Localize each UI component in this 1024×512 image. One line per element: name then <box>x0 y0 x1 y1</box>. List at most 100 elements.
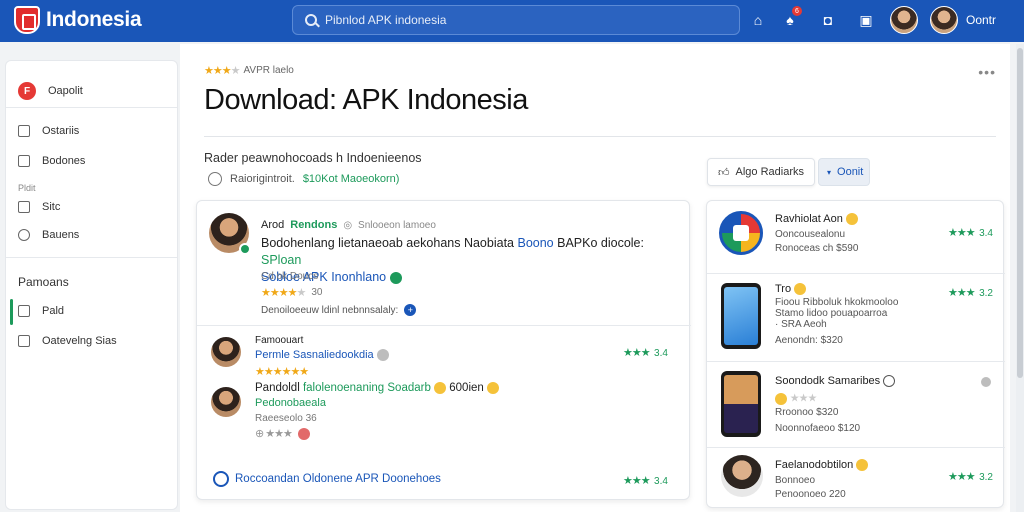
check-icon <box>389 271 402 284</box>
app-icon: F <box>18 82 36 100</box>
heart-icon <box>297 427 310 440</box>
sidebar-item-1[interactable]: Ostariis <box>18 121 79 141</box>
app-price: Penoonoeo 220 <box>775 489 846 500</box>
emoji-icon <box>434 382 447 394</box>
notification-icon[interactable]: ♠ 6 <box>780 6 802 30</box>
sidebar-item-label: Oapolit <box>48 85 83 97</box>
shield-logo-icon <box>14 6 40 34</box>
add-icon[interactable]: + <box>404 304 417 316</box>
status-icon <box>981 377 991 387</box>
app-item[interactable]: Soondodk Samaribes ★★★ Rroonoo $320 Noon… <box>707 363 1005 447</box>
lock-icon <box>18 125 30 137</box>
sidebar-item-label: Sitc <box>42 201 61 213</box>
action-label: Oonit <box>837 166 864 178</box>
emoji-icon <box>845 213 858 226</box>
secondary-action-button[interactable]: ▾ Oonit <box>818 158 870 186</box>
review-sub: Raeeseolo 36 <box>255 413 317 424</box>
sidebar-item-label: Ostariis <box>42 125 80 137</box>
app-name: Faelanodobtilon <box>775 459 869 472</box>
profile-avatar[interactable] <box>930 6 958 34</box>
app-name: Soondodk Samaribes <box>775 375 896 388</box>
app-item[interactable]: Ravhiolat Aon Ooncousealonu Ronoceas ch … <box>707 201 1005 271</box>
star-rating-icon: ★★★ <box>623 347 651 359</box>
review-score: ★★★ 3.4 <box>623 347 668 359</box>
search-icon <box>305 14 317 26</box>
account-label[interactable]: Oontr <box>966 13 996 27</box>
review-footer: Denoiloeeuw ldinl nebnnsalaly: + <box>261 304 417 316</box>
reviewer-name[interactable]: Permle Sasnaliedookdia <box>255 349 389 362</box>
info-icon <box>376 349 389 362</box>
chat-icon[interactable]: ◘ <box>818 10 838 30</box>
app-avatar <box>721 455 763 497</box>
verified-badge-icon <box>239 243 251 255</box>
app-sub: Stamo lidoo pouapoarroa <box>775 308 888 319</box>
search-box[interactable] <box>292 5 740 35</box>
sidebar-divider <box>6 257 177 258</box>
app-divider <box>707 361 1005 362</box>
app-score: ★★★ 3.4 <box>948 227 993 239</box>
clock-icon <box>208 172 222 186</box>
sidebar-item-3[interactable]: Sitc <box>18 197 60 217</box>
app-screenshot <box>721 283 761 349</box>
app-price: Noonnofaeoo $120 <box>775 423 861 434</box>
app-sub: · SRA Aeoh <box>775 319 827 330</box>
more-options-icon[interactable]: ••• <box>978 64 996 80</box>
sidebar-item-label: Oatevelng Sias <box>42 335 117 347</box>
sidebar-item-label: Bauens <box>42 229 80 241</box>
search-input[interactable] <box>325 13 725 27</box>
sidebar-section-label: Pldit <box>18 183 36 193</box>
box-icon <box>18 201 30 213</box>
reviews-card: Arod Rendons ◎ Snlooeon lamoeo Bodohenla… <box>196 200 691 500</box>
emoji-icon <box>794 283 807 296</box>
page-subtitle: Rader peawnohocoads h Indoenieenos <box>204 151 422 165</box>
app-sub: Fioou Ribboluk hkokmooloo <box>775 297 899 308</box>
sidebar-item-4[interactable]: Bauens <box>18 225 79 245</box>
app-rating: ★★★ <box>775 393 817 405</box>
app-price: Aenondn: $320 <box>775 335 843 346</box>
brand-logo[interactable]: Indonesia <box>14 6 142 34</box>
review-stats: Cd ok Doucs <box>261 271 319 282</box>
star-rating-icon: ★★★★★★ <box>255 366 309 378</box>
app-name: Tro <box>775 283 807 296</box>
reviewer-avatar[interactable] <box>211 337 241 367</box>
rating-label: AVPR laelo <box>243 65 294 76</box>
app-sub: Rroonoo $320 <box>775 407 839 418</box>
main-content: ★★★★ AVPR laelo ••• Download: APK Indone… <box>180 44 1010 512</box>
overall-score: ★★★ 3.4 <box>623 475 668 487</box>
top-bar: Indonesia ⌂ ♠6 ◘ ▣ Oontr <box>0 0 1024 42</box>
home-icon[interactable]: ⌂ <box>748 10 768 30</box>
sidebar-section-heading: Pamoans <box>18 275 69 289</box>
review-label: Famoouart <box>255 335 304 346</box>
view-all-reviews-link[interactable]: Roccoandan Oldonene APR Doonehoes <box>235 473 441 485</box>
app-item[interactable]: Tro Fioou Ribboluk hkokmooloo Stamo lido… <box>707 275 1005 361</box>
document-icon <box>18 155 30 167</box>
title-divider <box>204 136 996 137</box>
page-title: Download: APK Indonesia <box>204 84 528 116</box>
reviewer-name[interactable]: Pedonobaeala <box>255 397 326 409</box>
emoji-icon <box>487 382 500 394</box>
folder-icon <box>18 335 30 347</box>
app-score: ★★★ 3.2 <box>948 471 993 483</box>
emoji-icon <box>856 459 869 472</box>
reviews-action-button[interactable]: 👍︎ Algo Radiarks <box>707 158 815 186</box>
sidebar-item-label: Bodones <box>42 155 86 167</box>
app-screenshot <box>721 371 761 437</box>
app-divider <box>707 447 1005 448</box>
sidebar-item-active[interactable]: Pald <box>18 301 64 321</box>
page-scrollbar[interactable] <box>1016 44 1024 512</box>
reviewer-avatar[interactable] <box>211 387 241 417</box>
user-avatar[interactable] <box>890 6 918 34</box>
app-item[interactable]: Faelanodobtilon Bonnoeo Penoonoeo 220 ★★… <box>707 449 1005 507</box>
app-name: Ravhiolat Aon <box>775 213 858 226</box>
app-price: Ronoceas ch $590 <box>775 243 859 254</box>
sidebar-item-top[interactable]: F Oapolit <box>18 81 83 101</box>
download-icon[interactable]: ▣ <box>856 10 876 30</box>
review-rating: ★★★★★★ <box>255 365 309 378</box>
app-score: ★★★ 3.2 <box>948 287 993 299</box>
wrench-icon <box>18 229 30 241</box>
sidebar-item-2[interactable]: Bodones <box>18 151 85 171</box>
reviewer-name[interactable]: Arod Rendons ◎ Snlooeon lamoeo <box>261 219 436 231</box>
active-indicator <box>10 299 13 325</box>
reviewer-avatar[interactable] <box>209 213 251 255</box>
sidebar-item-lower[interactable]: Oatevelng Sias <box>18 331 117 351</box>
